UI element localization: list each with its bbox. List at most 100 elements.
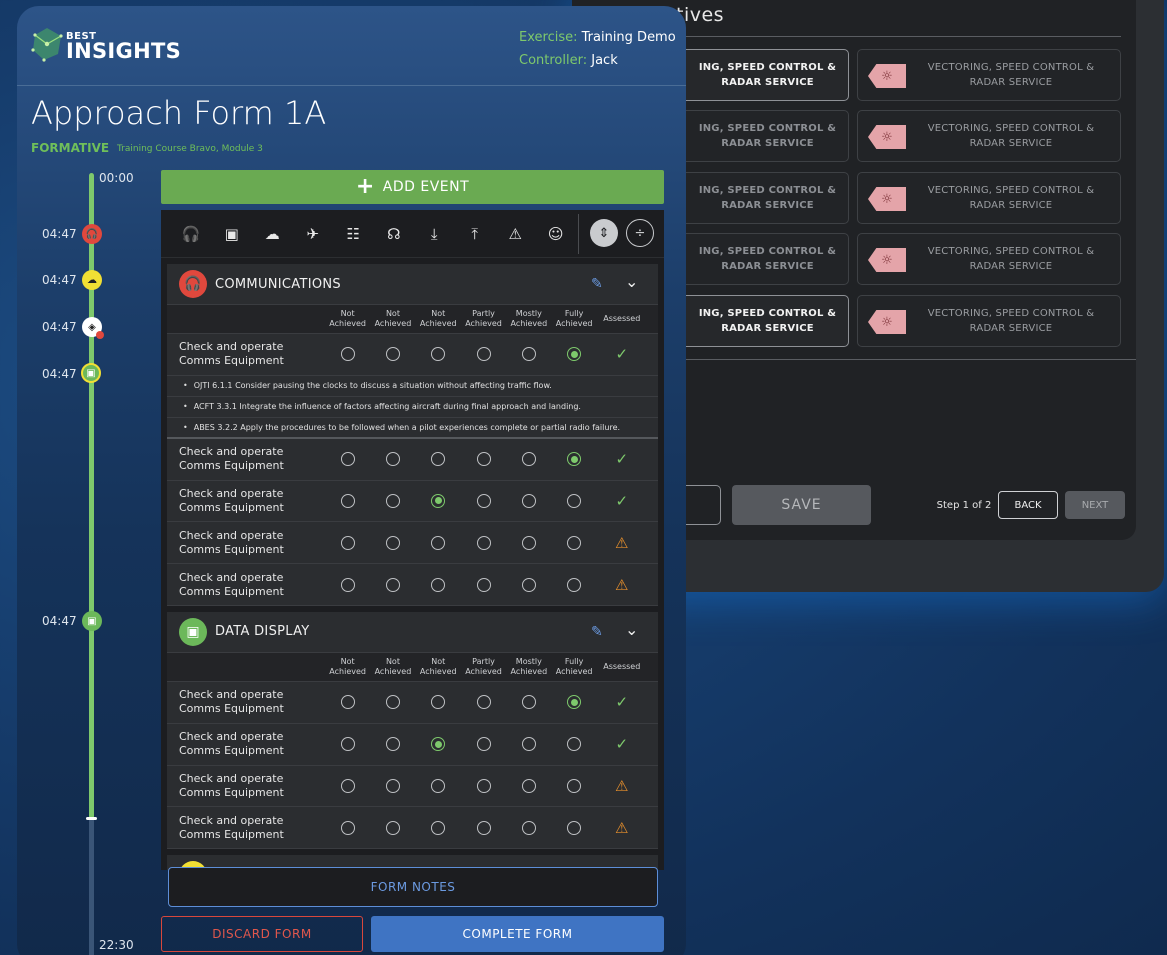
landing-icon[interactable]: ⤓ [414, 225, 455, 243]
rating-radio[interactable] [385, 493, 400, 508]
service-card[interactable]: ☼ VECTORING, SPEED CONTROL & RADAR SERVIC… [857, 110, 1121, 162]
rating-radio[interactable] [567, 778, 582, 793]
tag-icon[interactable]: ◈ [82, 317, 104, 339]
chevron-down-icon[interactable]: ⌄ [625, 620, 638, 639]
people-icon[interactable]: ☺ [536, 225, 577, 243]
rating-radio[interactable] [340, 820, 355, 835]
rating-radio[interactable] [567, 820, 582, 835]
service-card[interactable]: ING, SPEED CONTROL & RADAR SERVICE [676, 233, 849, 285]
rating-radio[interactable] [521, 452, 536, 467]
rating-radio[interactable] [567, 577, 582, 592]
section-header[interactable]: 🎧 COMMUNICATIONS ✎ ⌄ [167, 264, 658, 304]
rating-radio[interactable] [431, 737, 446, 752]
rating-radio[interactable] [385, 737, 400, 752]
form-notes-button[interactable]: FORM NOTES [168, 867, 658, 907]
divider [676, 359, 1136, 360]
discard-form-button[interactable]: DISCARD FORM [161, 916, 363, 952]
add-event-button[interactable]: + ADD EVENT [161, 170, 664, 204]
rating-radio[interactable] [340, 452, 355, 467]
service-card[interactable]: ☼ VECTORING, SPEED CONTROL & RADAR SERVIC… [857, 49, 1121, 101]
rating-radio[interactable] [521, 493, 536, 508]
rating-radio[interactable] [431, 347, 446, 362]
rating-radio[interactable] [476, 535, 491, 550]
speaker-icon[interactable]: ☊ [374, 225, 415, 243]
headphones-icon[interactable]: 🎧 [82, 224, 102, 244]
rating-radio[interactable] [567, 695, 582, 710]
service-card[interactable]: ING, SPEED CONTROL & RADAR SERVICE [676, 49, 849, 101]
service-card[interactable]: ☼ VECTORING, SPEED CONTROL & RADAR SERVIC… [857, 295, 1121, 347]
plane-icon[interactable]: ✈ [293, 225, 334, 243]
rating-radio[interactable] [340, 778, 355, 793]
rating-radio[interactable] [431, 452, 446, 467]
rating-radio[interactable] [340, 535, 355, 550]
rating-radio[interactable] [476, 452, 491, 467]
section-header[interactable]: ▣ DATA DISPLAY ✎ ⌄ [167, 612, 658, 652]
next-button[interactable]: NEXT [1065, 491, 1125, 519]
rating-radio[interactable] [521, 737, 536, 752]
notes-icon[interactable]: ✎ [591, 624, 603, 640]
rating-radio[interactable] [340, 493, 355, 508]
rating-radio[interactable] [521, 695, 536, 710]
rating-radio[interactable] [340, 737, 355, 752]
logo: BEST INSIGHTS [30, 26, 181, 62]
rating-radio[interactable] [476, 820, 491, 835]
weather-icon[interactable]: ☁ [82, 270, 102, 290]
chevron-down-icon[interactable]: ⌄ [625, 272, 638, 291]
rating-radio[interactable] [431, 778, 446, 793]
back-button[interactable]: BACK [998, 491, 1058, 519]
rating-radio[interactable] [521, 535, 536, 550]
divider [578, 214, 579, 254]
rating-radio[interactable] [567, 347, 582, 362]
rating-radio[interactable] [476, 737, 491, 752]
rating-radio[interactable] [476, 778, 491, 793]
takeoff-icon[interactable]: ⤒ [455, 225, 496, 243]
row-label: Check and operate Comms Equipment [179, 570, 284, 598]
rating-radio[interactable] [567, 493, 582, 508]
rating-radio[interactable] [521, 577, 536, 592]
monitor-icon[interactable]: ▣ [82, 611, 102, 631]
rating-radio[interactable] [385, 535, 400, 550]
headphones-icon[interactable]: 🎧 [171, 225, 212, 243]
rating-radio[interactable] [567, 452, 582, 467]
timeline-scrubber[interactable] [86, 817, 97, 820]
service-card[interactable]: ☼ VECTORING, SPEED CONTROL & RADAR SERVIC… [857, 172, 1121, 224]
rating-radio[interactable] [340, 695, 355, 710]
notes-icon[interactable]: ✎ [591, 276, 603, 292]
rating-radio[interactable] [521, 778, 536, 793]
monitor-icon[interactable]: ▣ [81, 363, 101, 383]
weather-icon[interactable]: ☁ [252, 225, 293, 243]
rating-radio[interactable] [476, 577, 491, 592]
service-card[interactable]: ING, SPEED CONTROL & RADAR SERVICE [676, 172, 849, 224]
rating-radio[interactable] [385, 820, 400, 835]
rating-radio[interactable] [476, 493, 491, 508]
rating-radio[interactable] [431, 535, 446, 550]
rating-radio[interactable] [567, 737, 582, 752]
rating-radio[interactable] [340, 577, 355, 592]
service-card[interactable]: ING, SPEED CONTROL & RADAR SERVICE [676, 295, 849, 347]
rating-radio[interactable] [567, 535, 582, 550]
monitor-icon[interactable]: ▣ [212, 225, 253, 243]
rating-radio[interactable] [431, 493, 446, 508]
service-card[interactable]: ☼ VECTORING, SPEED CONTROL & RADAR SERVIC… [857, 233, 1121, 285]
warning-icon[interactable]: ⚠ [495, 225, 536, 243]
rating-radio[interactable] [431, 820, 446, 835]
rating-radio[interactable] [385, 452, 400, 467]
rating-radio[interactable] [521, 347, 536, 362]
rating-radio[interactable] [385, 347, 400, 362]
save-button[interactable]: SAVE [732, 485, 871, 525]
complete-form-button[interactable]: COMPLETE FORM [371, 916, 664, 952]
rating-radio[interactable] [431, 695, 446, 710]
rating-radio[interactable] [340, 347, 355, 362]
service-card[interactable]: ING, SPEED CONTROL & RADAR SERVICE [676, 110, 849, 162]
collapse-all-icon[interactable]: ⇕ [590, 219, 618, 247]
group-icon[interactable]: ☷ [333, 225, 374, 243]
rating-radio[interactable] [476, 347, 491, 362]
rating-radio[interactable] [385, 778, 400, 793]
column-headers: Not Achieved Not Achieved Not Achieved P… [167, 651, 658, 682]
rating-radio[interactable] [385, 695, 400, 710]
rating-radio[interactable] [385, 577, 400, 592]
rating-radio[interactable] [476, 695, 491, 710]
rating-radio[interactable] [521, 820, 536, 835]
rating-radio[interactable] [431, 577, 446, 592]
expand-all-icon[interactable]: ÷ [626, 219, 654, 247]
